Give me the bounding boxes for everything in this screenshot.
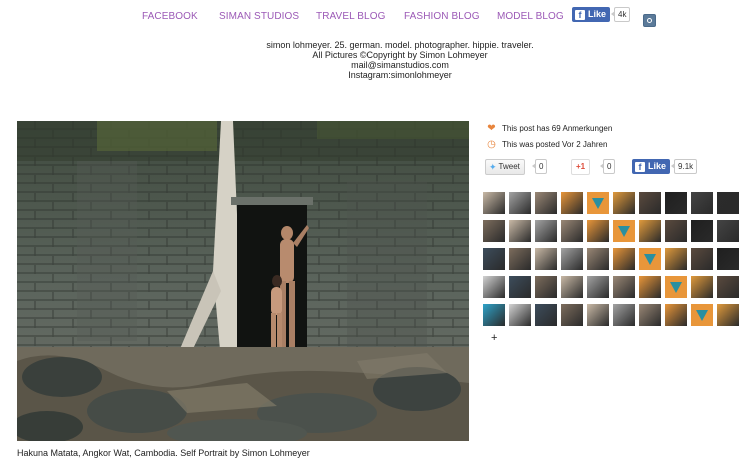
liker-avatar[interactable] (509, 276, 531, 298)
liker-avatar[interactable] (587, 220, 609, 242)
triangle-logo-icon (592, 198, 604, 209)
liker-avatar[interactable] (665, 276, 687, 298)
liker-avatar[interactable] (613, 304, 635, 326)
liker-avatar[interactable] (691, 304, 713, 326)
liker-avatar[interactable] (691, 192, 713, 214)
triangle-logo-icon (696, 310, 708, 321)
liker-avatar[interactable] (665, 248, 687, 270)
liker-avatar[interactable] (561, 220, 583, 242)
liker-avatar[interactable] (509, 220, 531, 242)
liker-avatar[interactable] (509, 248, 531, 270)
liker-avatar[interactable] (561, 248, 583, 270)
email-line: mail@simanstudios.com (351, 60, 449, 70)
liker-avatar[interactable] (613, 276, 635, 298)
post-facebook-like-count: 9.1k (670, 159, 698, 174)
liker-avatar[interactable] (587, 276, 609, 298)
liker-avatar[interactable] (717, 220, 739, 242)
liker-avatar[interactable] (639, 304, 661, 326)
liker-avatar[interactable] (613, 248, 635, 270)
liker-avatar[interactable] (639, 248, 661, 270)
liker-avatar[interactable] (483, 304, 505, 326)
liker-avatar[interactable] (535, 248, 557, 270)
liker-avatar[interactable] (483, 248, 505, 270)
tweet-label: Tweet (498, 162, 520, 171)
liker-avatar[interactable] (587, 248, 609, 270)
liker-avatar[interactable] (717, 276, 739, 298)
nav-link-travel-blog[interactable]: TRAVEL BLOG (316, 11, 385, 22)
liker-avatar[interactable] (691, 276, 713, 298)
blog-description: simon lohmeyer. 25. german. model. photo… (0, 40, 750, 80)
twitter-bird-icon: ✦ (489, 162, 497, 172)
liker-avatar[interactable] (509, 192, 531, 214)
top-navigation: FACEBOOK SIMAN STUDIOS TRAVEL BLOG FASHI… (0, 6, 750, 27)
nav-link-facebook[interactable]: FACEBOOK (142, 11, 198, 22)
tweet-count: 0 (531, 159, 548, 174)
post-facebook-like-widget: f Like 9.1k (632, 159, 698, 174)
liker-avatar[interactable] (665, 192, 687, 214)
liker-avatar[interactable] (535, 192, 557, 214)
liker-avatar[interactable] (483, 276, 505, 298)
liker-avatar[interactable] (587, 192, 609, 214)
notes-row: ❤ This post has 69 Anmerkungen (486, 123, 612, 134)
facebook-like-button[interactable]: f Like (572, 7, 611, 22)
liker-avatar[interactable] (717, 304, 739, 326)
liker-avatar[interactable] (483, 220, 505, 242)
facebook-like-widget: f Like 4k (572, 7, 631, 22)
google-plus-count: 0 (599, 159, 616, 174)
triangle-logo-icon (618, 226, 630, 237)
clock-icon: ◷ (487, 139, 496, 150)
liker-avatar[interactable] (639, 192, 661, 214)
liker-avatar[interactable] (509, 304, 531, 326)
liker-avatar[interactable] (535, 304, 557, 326)
liker-avatar[interactable] (613, 192, 635, 214)
facebook-icon: f (575, 9, 585, 20)
liker-avatar[interactable] (665, 304, 687, 326)
liker-avatar[interactable] (483, 192, 505, 214)
liker-avatar[interactable] (691, 248, 713, 270)
liker-avatar[interactable] (665, 220, 687, 242)
liker-avatar[interactable] (561, 192, 583, 214)
nav-link-siman-studios[interactable]: SIMAN STUDIOS (219, 11, 299, 22)
copyright-line: All Pictures ©Copyright by Simon Lohmeye… (312, 50, 488, 60)
triangle-logo-icon (644, 254, 656, 265)
facebook-like-count: 4k (610, 7, 631, 22)
nav-link-fashion-blog[interactable]: FASHION BLOG (404, 11, 480, 22)
heart-icon: ❤ (487, 123, 496, 134)
liker-avatar[interactable] (717, 248, 739, 270)
notes-count-text[interactable]: This post has 69 Anmerkungen (502, 124, 612, 133)
temple-ruins-image (17, 121, 469, 441)
liker-avatar[interactable] (717, 192, 739, 214)
liker-avatar[interactable] (639, 276, 661, 298)
liker-avatar[interactable] (561, 276, 583, 298)
post-photo[interactable] (17, 121, 469, 441)
liker-avatar[interactable] (535, 220, 557, 242)
triangle-logo-icon (670, 282, 682, 293)
facebook-like-label: Like (588, 9, 607, 19)
more-likers-button[interactable]: + (491, 332, 497, 344)
instagram-icon[interactable] (643, 14, 656, 27)
instagram-line: Instagram:simonlohmeyer (348, 70, 452, 80)
posted-time-text[interactable]: This was posted Vor 2 Jahren (502, 140, 607, 149)
posted-row: ◷ This was posted Vor 2 Jahren (486, 139, 607, 150)
bio-line: simon lohmeyer. 25. german. model. photo… (266, 40, 534, 50)
facebook-icon: f (635, 161, 645, 172)
liker-avatar[interactable] (535, 276, 557, 298)
google-plus-button[interactable]: +1 (571, 159, 591, 175)
tweet-button[interactable]: ✦ Tweet (485, 159, 525, 175)
liker-avatar[interactable] (691, 220, 713, 242)
photo-caption: Hakuna Matata, Angkor Wat, Cambodia. Sel… (17, 448, 310, 458)
post-facebook-like-label: Like (648, 161, 667, 171)
liker-avatar[interactable] (561, 304, 583, 326)
liker-avatar[interactable] (613, 220, 635, 242)
nav-link-model-blog[interactable]: MODEL BLOG (497, 11, 564, 22)
liker-avatar[interactable] (587, 304, 609, 326)
liker-avatar[interactable] (639, 220, 661, 242)
post-facebook-like-button[interactable]: f Like (632, 159, 671, 174)
